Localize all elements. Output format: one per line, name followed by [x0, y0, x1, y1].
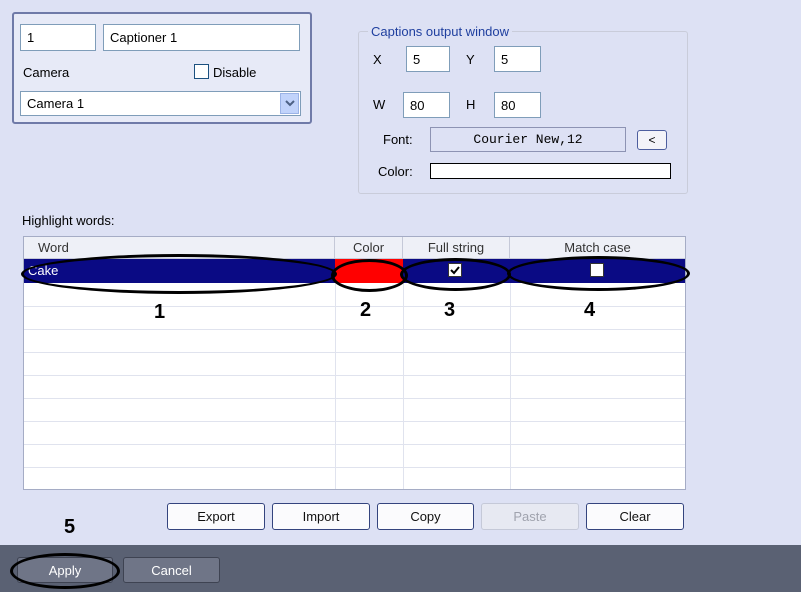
h-label: H — [466, 97, 476, 112]
chevron-down-icon[interactable] — [280, 93, 299, 114]
annotation-number: 5 — [64, 516, 76, 538]
camera-select-value: Camera 1 — [27, 96, 85, 111]
disable-checkbox[interactable] — [194, 64, 209, 79]
grid-line — [24, 352, 685, 353]
grid-line — [24, 467, 685, 468]
y-value: 5 — [501, 51, 509, 67]
y-label: Y — [466, 52, 475, 67]
annotation-number: 3 — [444, 299, 456, 321]
clear-button[interactable]: Clear — [586, 503, 684, 530]
paste-button[interactable]: Paste — [481, 503, 579, 530]
x-value: 5 — [413, 51, 421, 67]
annotation-oval-5 — [10, 553, 120, 589]
grid-divider — [403, 283, 404, 489]
camera-select[interactable]: Camera 1 — [20, 91, 301, 116]
disable-label: Disable — [213, 65, 257, 80]
annotation-number: 2 — [360, 299, 372, 321]
captions-output-legend: Captions output window — [368, 24, 513, 39]
annotation-oval-2 — [331, 259, 408, 292]
color-label: Color: — [378, 164, 413, 179]
camera-label: Camera — [23, 65, 70, 80]
copy-button[interactable]: Copy — [377, 503, 474, 530]
id-field[interactable]: 1 — [20, 24, 96, 51]
id-value: 1 — [27, 30, 35, 45]
font-picker-button[interactable]: < — [637, 130, 667, 150]
annotation-number: 4 — [584, 299, 596, 321]
x-label: X — [373, 52, 382, 67]
import-button[interactable]: Import — [272, 503, 370, 530]
grid-line — [24, 375, 685, 376]
grid-line — [24, 398, 685, 399]
highlight-words-label: Highlight words: — [22, 213, 115, 228]
annotation-number: 1 — [154, 301, 166, 323]
name-value: Captioner 1 — [110, 30, 178, 45]
annotation-oval-4 — [507, 256, 690, 291]
h-value: 80 — [501, 97, 516, 113]
font-label: Font: — [383, 132, 413, 147]
y-field[interactable]: 5 — [494, 46, 541, 72]
annotation-oval-1 — [21, 254, 337, 294]
h-field[interactable]: 80 — [494, 92, 541, 118]
grid-divider — [510, 283, 511, 489]
w-field[interactable]: 80 — [403, 92, 450, 118]
export-button[interactable]: Export — [167, 503, 265, 530]
bottom-bar — [0, 545, 801, 592]
w-label: W — [373, 97, 386, 112]
grid-line — [24, 444, 685, 445]
font-picker-label: < — [648, 133, 656, 147]
font-value: Courier New,12 — [473, 132, 583, 147]
w-value: 80 — [410, 97, 425, 113]
grid-line — [24, 329, 685, 330]
annotation-oval-3 — [400, 258, 511, 291]
grid-divider — [335, 283, 336, 489]
column-header-full-string[interactable]: Full string — [403, 237, 510, 259]
grid-line — [24, 421, 685, 422]
color-field[interactable] — [430, 163, 671, 179]
column-header-color[interactable]: Color — [335, 237, 403, 259]
name-field[interactable]: Captioner 1 — [103, 24, 300, 51]
x-field[interactable]: 5 — [406, 46, 450, 72]
cancel-button[interactable]: Cancel — [123, 557, 220, 583]
font-field: Courier New,12 — [430, 127, 626, 152]
